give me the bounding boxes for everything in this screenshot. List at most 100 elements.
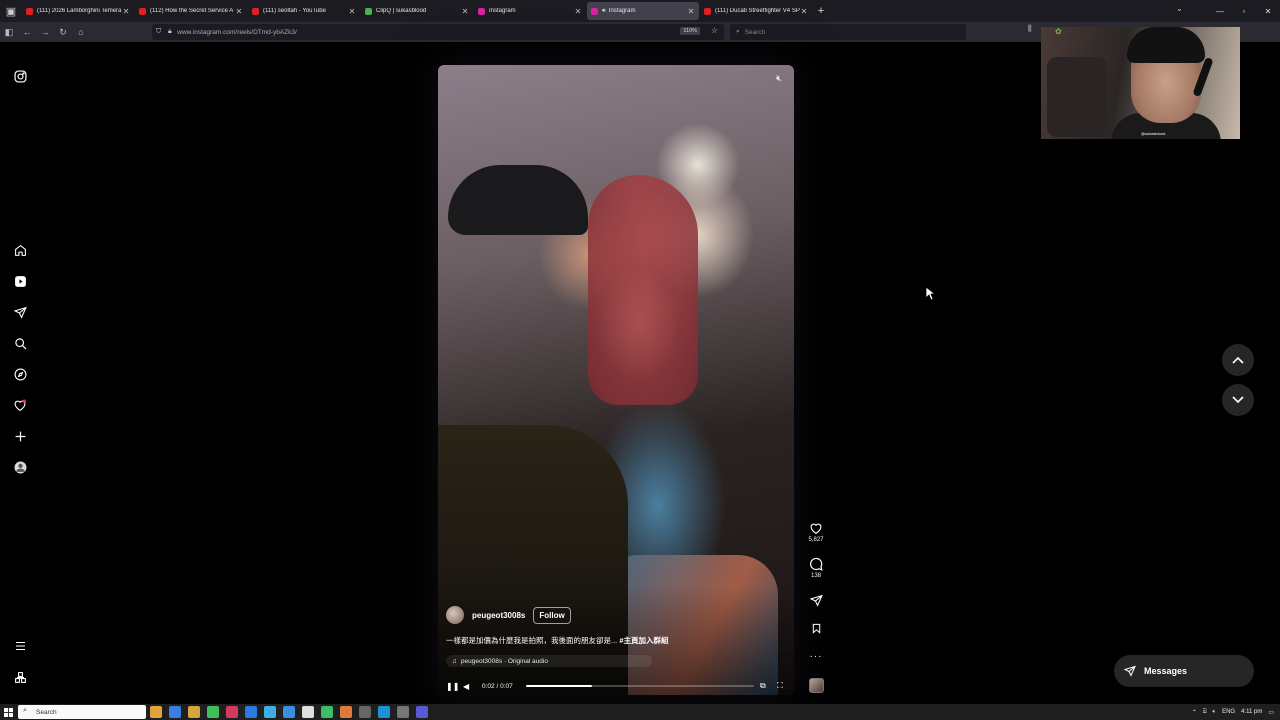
reel-video[interactable]: 🔇︎ peugeot3008s Follow 一樣都是加價為什麼我是拍照，我後面… — [438, 65, 794, 695]
tab-close-icon[interactable]: ✕ — [574, 7, 582, 16]
progress-bar[interactable] — [526, 685, 754, 687]
taskbar-app-icon[interactable] — [264, 706, 276, 718]
tab-audio-icon[interactable]: 🔊︎ — [602, 8, 606, 15]
next-reel-button[interactable] — [1222, 384, 1254, 416]
bookmark-star-icon[interactable]: ☆ — [711, 26, 718, 35]
reload-button[interactable]: ↻ — [54, 23, 72, 41]
taskbar-app-icon[interactable] — [302, 706, 314, 718]
back-button[interactable]: ← — [18, 23, 36, 41]
taskbar-app-icon[interactable] — [378, 706, 390, 718]
previous-reel-button[interactable] — [1222, 344, 1254, 376]
also-from-meta-icon[interactable] — [11, 668, 29, 686]
browser-tab[interactable]: (111) Ducati Streetfighter V4 SP ✕ — [700, 2, 812, 20]
audio-attribution[interactable]: ♫ peugeot3008s · Original audio — [446, 655, 652, 667]
system-tray: ⌃ ⌸ 🔈︎ ENG 4:11 pm ▭ — [1186, 704, 1274, 720]
taskbar-app-icon[interactable] — [340, 706, 352, 718]
tray-chevron-icon[interactable]: ⌃ — [1192, 709, 1197, 716]
chevron-up-icon — [1232, 356, 1244, 364]
heart-icon[interactable] — [804, 520, 828, 536]
tab-close-icon[interactable]: ✕ — [235, 7, 243, 16]
profile-avatar-icon[interactable] — [11, 458, 29, 476]
like-action[interactable]: 5,827 — [804, 520, 828, 543]
close-window-button[interactable]: ✕ — [1256, 7, 1280, 16]
zoom-level[interactable]: 110% — [680, 27, 700, 35]
site-info-icon[interactable]: ⛉ — [156, 28, 161, 36]
instagram-logo-icon[interactable] — [11, 67, 29, 85]
browser-tab[interactable]: 🔊︎ Instagram ✕ — [587, 2, 699, 20]
tab-close-icon[interactable]: ✕ — [122, 7, 130, 16]
address-bar[interactable]: ⛉ 🔒︎ www.instagram.com/reels/DTmd-ybAZk3… — [152, 24, 724, 40]
share-action[interactable] — [804, 592, 828, 608]
taskbar-app-icon[interactable] — [321, 706, 333, 718]
owner-avatar[interactable] — [446, 606, 464, 624]
maximize-button[interactable]: ▫ — [1232, 7, 1256, 16]
pip-icon[interactable]: ⧉ — [760, 681, 766, 691]
home-button[interactable]: ⌂ — [72, 23, 90, 41]
search-nav-icon[interactable] — [11, 334, 29, 352]
list-tabs-icon[interactable]: ⌄ — [1176, 4, 1183, 13]
volume-icon[interactable]: ◀ — [463, 682, 469, 691]
browser-tab[interactable]: (111) seoltah - YouTube ✕ — [248, 2, 360, 20]
browser-tab[interactable]: Instagram ✕ — [474, 2, 586, 20]
taskbar-app-icon[interactable] — [359, 706, 371, 718]
more-options[interactable]: ··· — [804, 648, 828, 664]
taskbar-app-icon[interactable] — [169, 706, 181, 718]
minimize-button[interactable]: — — [1208, 7, 1232, 16]
mute-icon[interactable]: 🔇︎ — [772, 73, 786, 87]
create-plus-icon[interactable] — [11, 427, 29, 445]
speaker-icon[interactable]: 🔈︎ — [1212, 709, 1216, 716]
tab-close-icon[interactable]: ✕ — [348, 7, 356, 16]
start-windows-icon[interactable] — [0, 704, 16, 720]
more-menu-icon[interactable] — [11, 637, 29, 655]
reel-caption[interactable]: 一樣都是加價為什麼我是拍照，我後面的朋友卻是... #主頁加入群組 — [446, 635, 776, 646]
taskbar-app-icon[interactable] — [283, 706, 295, 718]
browser-tab[interactable]: ClipQ | sukasblood ✕ — [361, 2, 473, 20]
taskbar-app-icon[interactable] — [150, 706, 162, 718]
follow-button[interactable]: Follow — [533, 606, 571, 624]
fullscreen-icon[interactable]: ⛶ — [777, 681, 783, 691]
ellipsis-icon[interactable]: ··· — [804, 648, 828, 664]
notifications-heart-icon[interactable] — [11, 396, 29, 414]
audio-thumbnail[interactable] — [809, 678, 824, 693]
taskbar-app-icon[interactable] — [226, 706, 238, 718]
language-indicator[interactable]: ENG — [1222, 709, 1235, 715]
taskbar-app-icon[interactable] — [245, 706, 257, 718]
tab-title: (112) How the Secret Service A — [150, 8, 234, 14]
webcam-chair — [1047, 57, 1107, 137]
bookmark-icon[interactable] — [804, 620, 828, 636]
messages-button[interactable]: Messages — [1114, 655, 1254, 687]
forward-button[interactable]: → — [36, 23, 54, 41]
taskbar-app-icon[interactable] — [188, 706, 200, 718]
notification-icon[interactable]: ▭ — [1268, 709, 1274, 716]
tab-close-icon[interactable]: ✕ — [800, 7, 808, 16]
share-send-icon[interactable] — [804, 592, 828, 608]
explore-compass-icon[interactable] — [11, 365, 29, 383]
tab-title: ClipQ | sukasblood — [376, 8, 427, 14]
comment-action[interactable]: 138 — [804, 556, 828, 579]
comment-bubble-icon[interactable] — [804, 556, 828, 572]
tab-close-icon[interactable]: ✕ — [687, 7, 695, 16]
taskbar-app-icon[interactable] — [397, 706, 409, 718]
tab-close-icon[interactable]: ✕ — [461, 7, 469, 16]
owner-username[interactable]: peugeot3008s — [472, 611, 525, 620]
caption-hashtag[interactable]: #主頁加入群組 — [619, 636, 668, 645]
sidebar-toggle-icon[interactable]: ◧ — [0, 23, 18, 41]
save-action[interactable] — [804, 620, 828, 636]
direct-send-icon[interactable] — [11, 303, 29, 321]
browser-tab[interactable]: (111) 2026 Lamborghini Temera ✕ — [22, 2, 134, 20]
browser-search-field[interactable]: ⌕ Search — [730, 24, 966, 40]
taskbar-app-icon[interactable] — [207, 706, 219, 718]
tab-favicon-icon — [591, 7, 598, 15]
reels-icon[interactable] — [11, 272, 29, 290]
taskbar-app-icon[interactable] — [416, 706, 428, 718]
browser-tab[interactable]: (112) How the Secret Service A ✕ — [135, 2, 247, 20]
tab-title: Instagram — [608, 8, 636, 14]
home-icon[interactable] — [11, 241, 29, 259]
window-controls: — ▫ ✕ — [1208, 0, 1280, 22]
network-icon[interactable]: ⌸ — [1203, 709, 1207, 716]
pause-icon[interactable]: ❚❚ — [446, 682, 459, 691]
new-tab-button[interactable]: + — [813, 5, 829, 17]
tab-overview-icon[interactable]: ▣ — [0, 0, 22, 22]
clock-time[interactable]: 4:11 pm — [1241, 709, 1262, 715]
taskbar-search-input[interactable]: ⌕ Search — [18, 705, 146, 719]
